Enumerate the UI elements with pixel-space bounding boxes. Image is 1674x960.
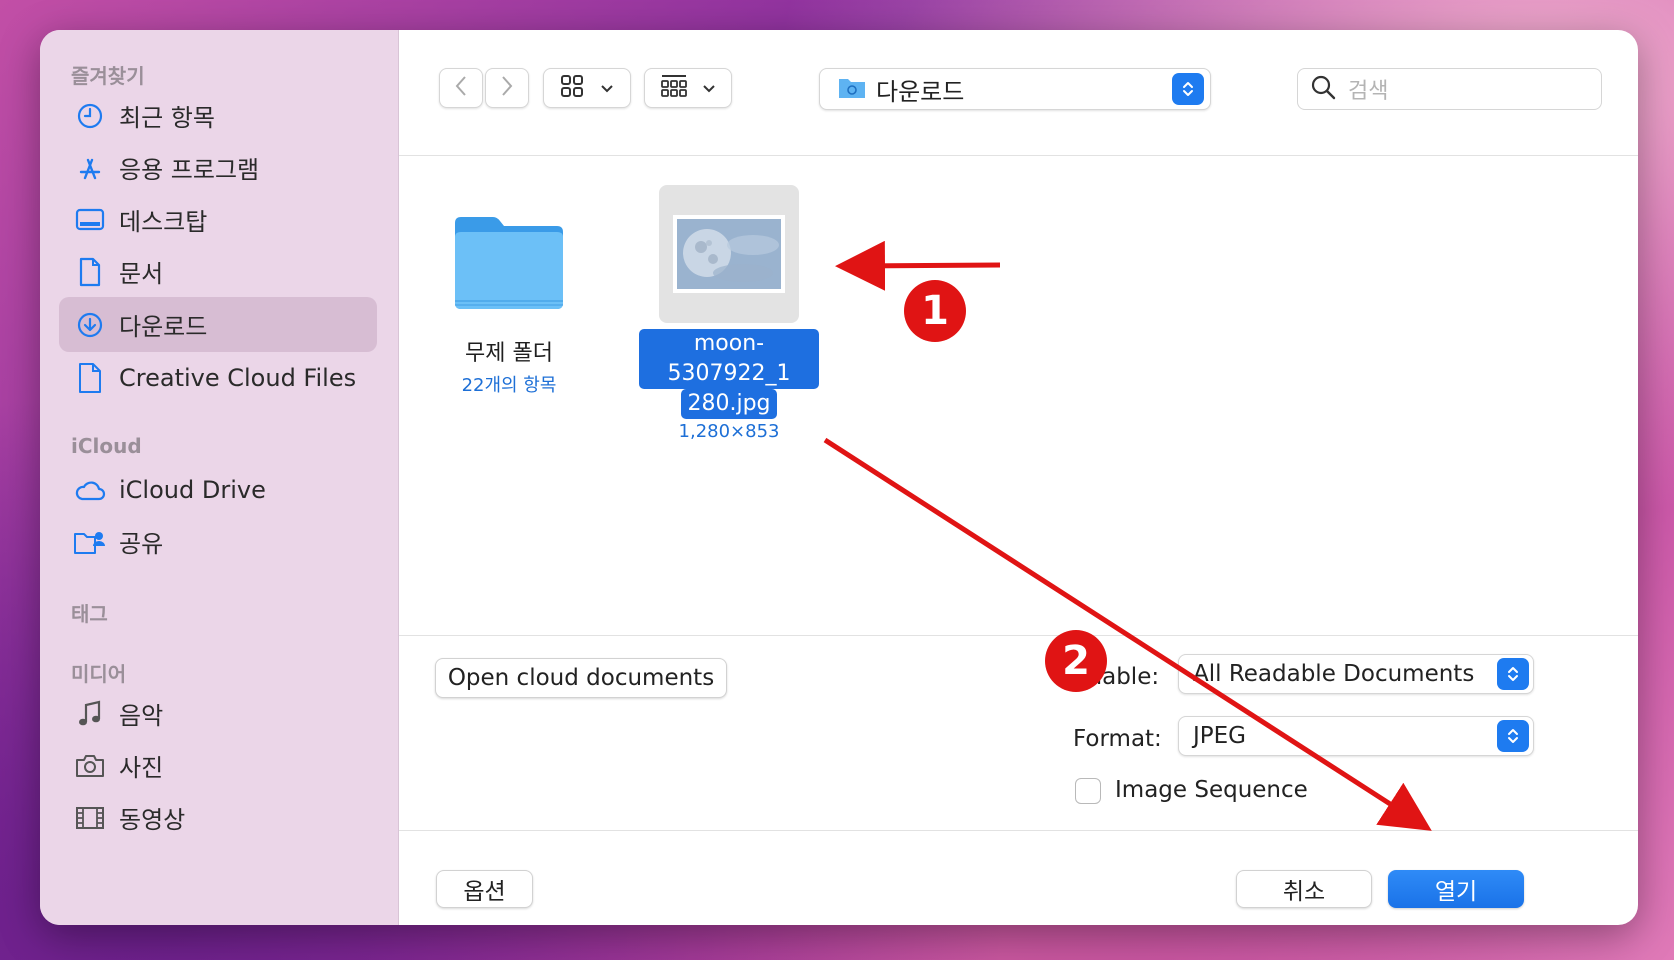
forward-button[interactable] [485, 68, 529, 108]
format-stepper [1497, 720, 1529, 752]
sidebar-item-label: 동영상 [119, 806, 186, 834]
open-file-dialog: 즐겨찾기 최근 항목 응용 프로그램 데스크탑 문서 다운로드 Creative… [40, 30, 1638, 925]
moon-thumbnail-icon [673, 215, 785, 293]
open-button[interactable]: 열기 [1388, 870, 1524, 908]
camera-icon [73, 749, 107, 783]
icon-view-button[interactable] [543, 68, 631, 108]
enable-stepper [1497, 658, 1529, 690]
sidebar-item-label: 응용 프로그램 [119, 156, 260, 184]
chevron-down-icon [702, 79, 716, 98]
sidebar-header-favorites: 즐겨찾기 [71, 64, 145, 88]
cloud-icon [73, 473, 107, 507]
music-icon [73, 697, 107, 731]
sidebar-item-icloud-drive[interactable]: iCloud Drive [59, 462, 377, 517]
format-label: Format: [1073, 726, 1162, 752]
film-icon [73, 801, 107, 835]
sidebar-item-label: 데스크탑 [119, 208, 208, 236]
sidebar-item-label: Creative Cloud Files [119, 363, 357, 392]
toolbar: 다운로드 검색 [399, 30, 1638, 156]
sidebar-item-label: iCloud Drive [119, 475, 266, 504]
sidebar-item-music[interactable]: 음악 [59, 686, 377, 741]
grid-icon [560, 74, 586, 102]
sidebar-item-shared[interactable]: 공유 [59, 514, 377, 569]
group-view-button[interactable] [644, 68, 732, 108]
image-sequence-label: Image Sequence [1115, 777, 1308, 803]
main-panel: 다운로드 검색 무제 폴더 22개의 항목 moon-5307922_1 280… [399, 30, 1638, 925]
download-folder-icon [838, 75, 866, 103]
file-name-line1: moon-5307922_1 [639, 329, 819, 389]
chevron-right-icon [500, 75, 514, 101]
sidebar-item-movies[interactable]: 동영상 [59, 790, 377, 845]
download-icon [73, 308, 107, 342]
sidebar-item-desktop[interactable]: 데스크탑 [59, 192, 377, 247]
sidebar-item-creative-cloud-files[interactable]: Creative Cloud Files [59, 350, 377, 405]
sidebar: 즐겨찾기 최근 항목 응용 프로그램 데스크탑 문서 다운로드 Creative… [40, 30, 399, 925]
folder-item[interactable]: 무제 폴더 22개의 항목 [439, 215, 579, 397]
sidebar-item-label: 문서 [119, 260, 164, 288]
file-meta: 1,280×853 [678, 421, 780, 442]
sidebar-item-label: 음악 [119, 702, 164, 730]
group-grid-icon [660, 74, 688, 102]
chevron-left-icon [454, 75, 468, 101]
enable-popup[interactable]: All Readable Documents [1178, 654, 1534, 694]
open-cloud-documents-button[interactable]: Open cloud documents [435, 658, 727, 698]
step-badge-1: 1 [904, 280, 966, 342]
shared-folder-icon [73, 525, 107, 559]
thumbnail-selection [659, 185, 799, 323]
cancel-button[interactable]: 취소 [1236, 870, 1372, 908]
sidebar-item-applications[interactable]: 응용 프로그램 [59, 140, 377, 195]
document-icon [73, 255, 107, 289]
format-popup[interactable]: JPEG [1178, 716, 1534, 756]
folder-icon [451, 217, 567, 315]
file-browser: 무제 폴더 22개의 항목 moon-5307922_1 280.jpg 1,2… [399, 157, 1638, 635]
sidebar-header-media: 미디어 [71, 662, 127, 686]
options-button[interactable]: 옵션 [436, 870, 533, 908]
sidebar-item-label: 최근 항목 [119, 104, 215, 132]
accessory-options: Open cloud documents Enable: All Readabl… [399, 635, 1638, 831]
sidebar-header-tags: 태그 [71, 602, 108, 626]
sidebar-item-recents[interactable]: 최근 항목 [59, 88, 377, 143]
file-name-line2: 280.jpg [681, 389, 777, 419]
search-field[interactable]: 검색 [1297, 68, 1602, 110]
sidebar-header-icloud: iCloud [71, 434, 142, 458]
sidebar-item-label: 다운로드 [119, 313, 208, 341]
image-file-item[interactable]: moon-5307922_1 280.jpg 1,280×853 [639, 185, 819, 442]
file-meta: 22개의 항목 [461, 375, 557, 396]
clock-icon [73, 99, 107, 133]
app-store-icon [73, 151, 107, 185]
sidebar-item-photos[interactable]: 사진 [59, 738, 377, 793]
file-icon [73, 361, 107, 395]
format-value: JPEG [1193, 723, 1247, 749]
search-placeholder: 검색 [1348, 79, 1389, 104]
desktop-icon [73, 203, 107, 237]
location-popup[interactable]: 다운로드 [819, 68, 1211, 110]
chevron-down-icon [600, 79, 614, 98]
selected-file-name: moon-5307922_1 280.jpg [639, 329, 819, 419]
search-icon [1310, 74, 1336, 104]
file-name: 무제 폴더 [465, 341, 553, 366]
sidebar-item-label: 공유 [119, 530, 164, 558]
image-sequence-checkbox[interactable] [1075, 778, 1101, 804]
sidebar-item-documents[interactable]: 문서 [59, 244, 377, 299]
step-badge-2: 2 [1045, 630, 1107, 692]
sidebar-item-downloads[interactable]: 다운로드 [59, 297, 377, 352]
location-stepper [1172, 73, 1204, 105]
dialog-footer: 옵션 취소 열기 [399, 832, 1638, 925]
sidebar-item-label: 사진 [119, 754, 164, 782]
back-button[interactable] [439, 68, 483, 108]
enable-value: All Readable Documents [1193, 661, 1475, 687]
location-label: 다운로드 [876, 77, 965, 106]
